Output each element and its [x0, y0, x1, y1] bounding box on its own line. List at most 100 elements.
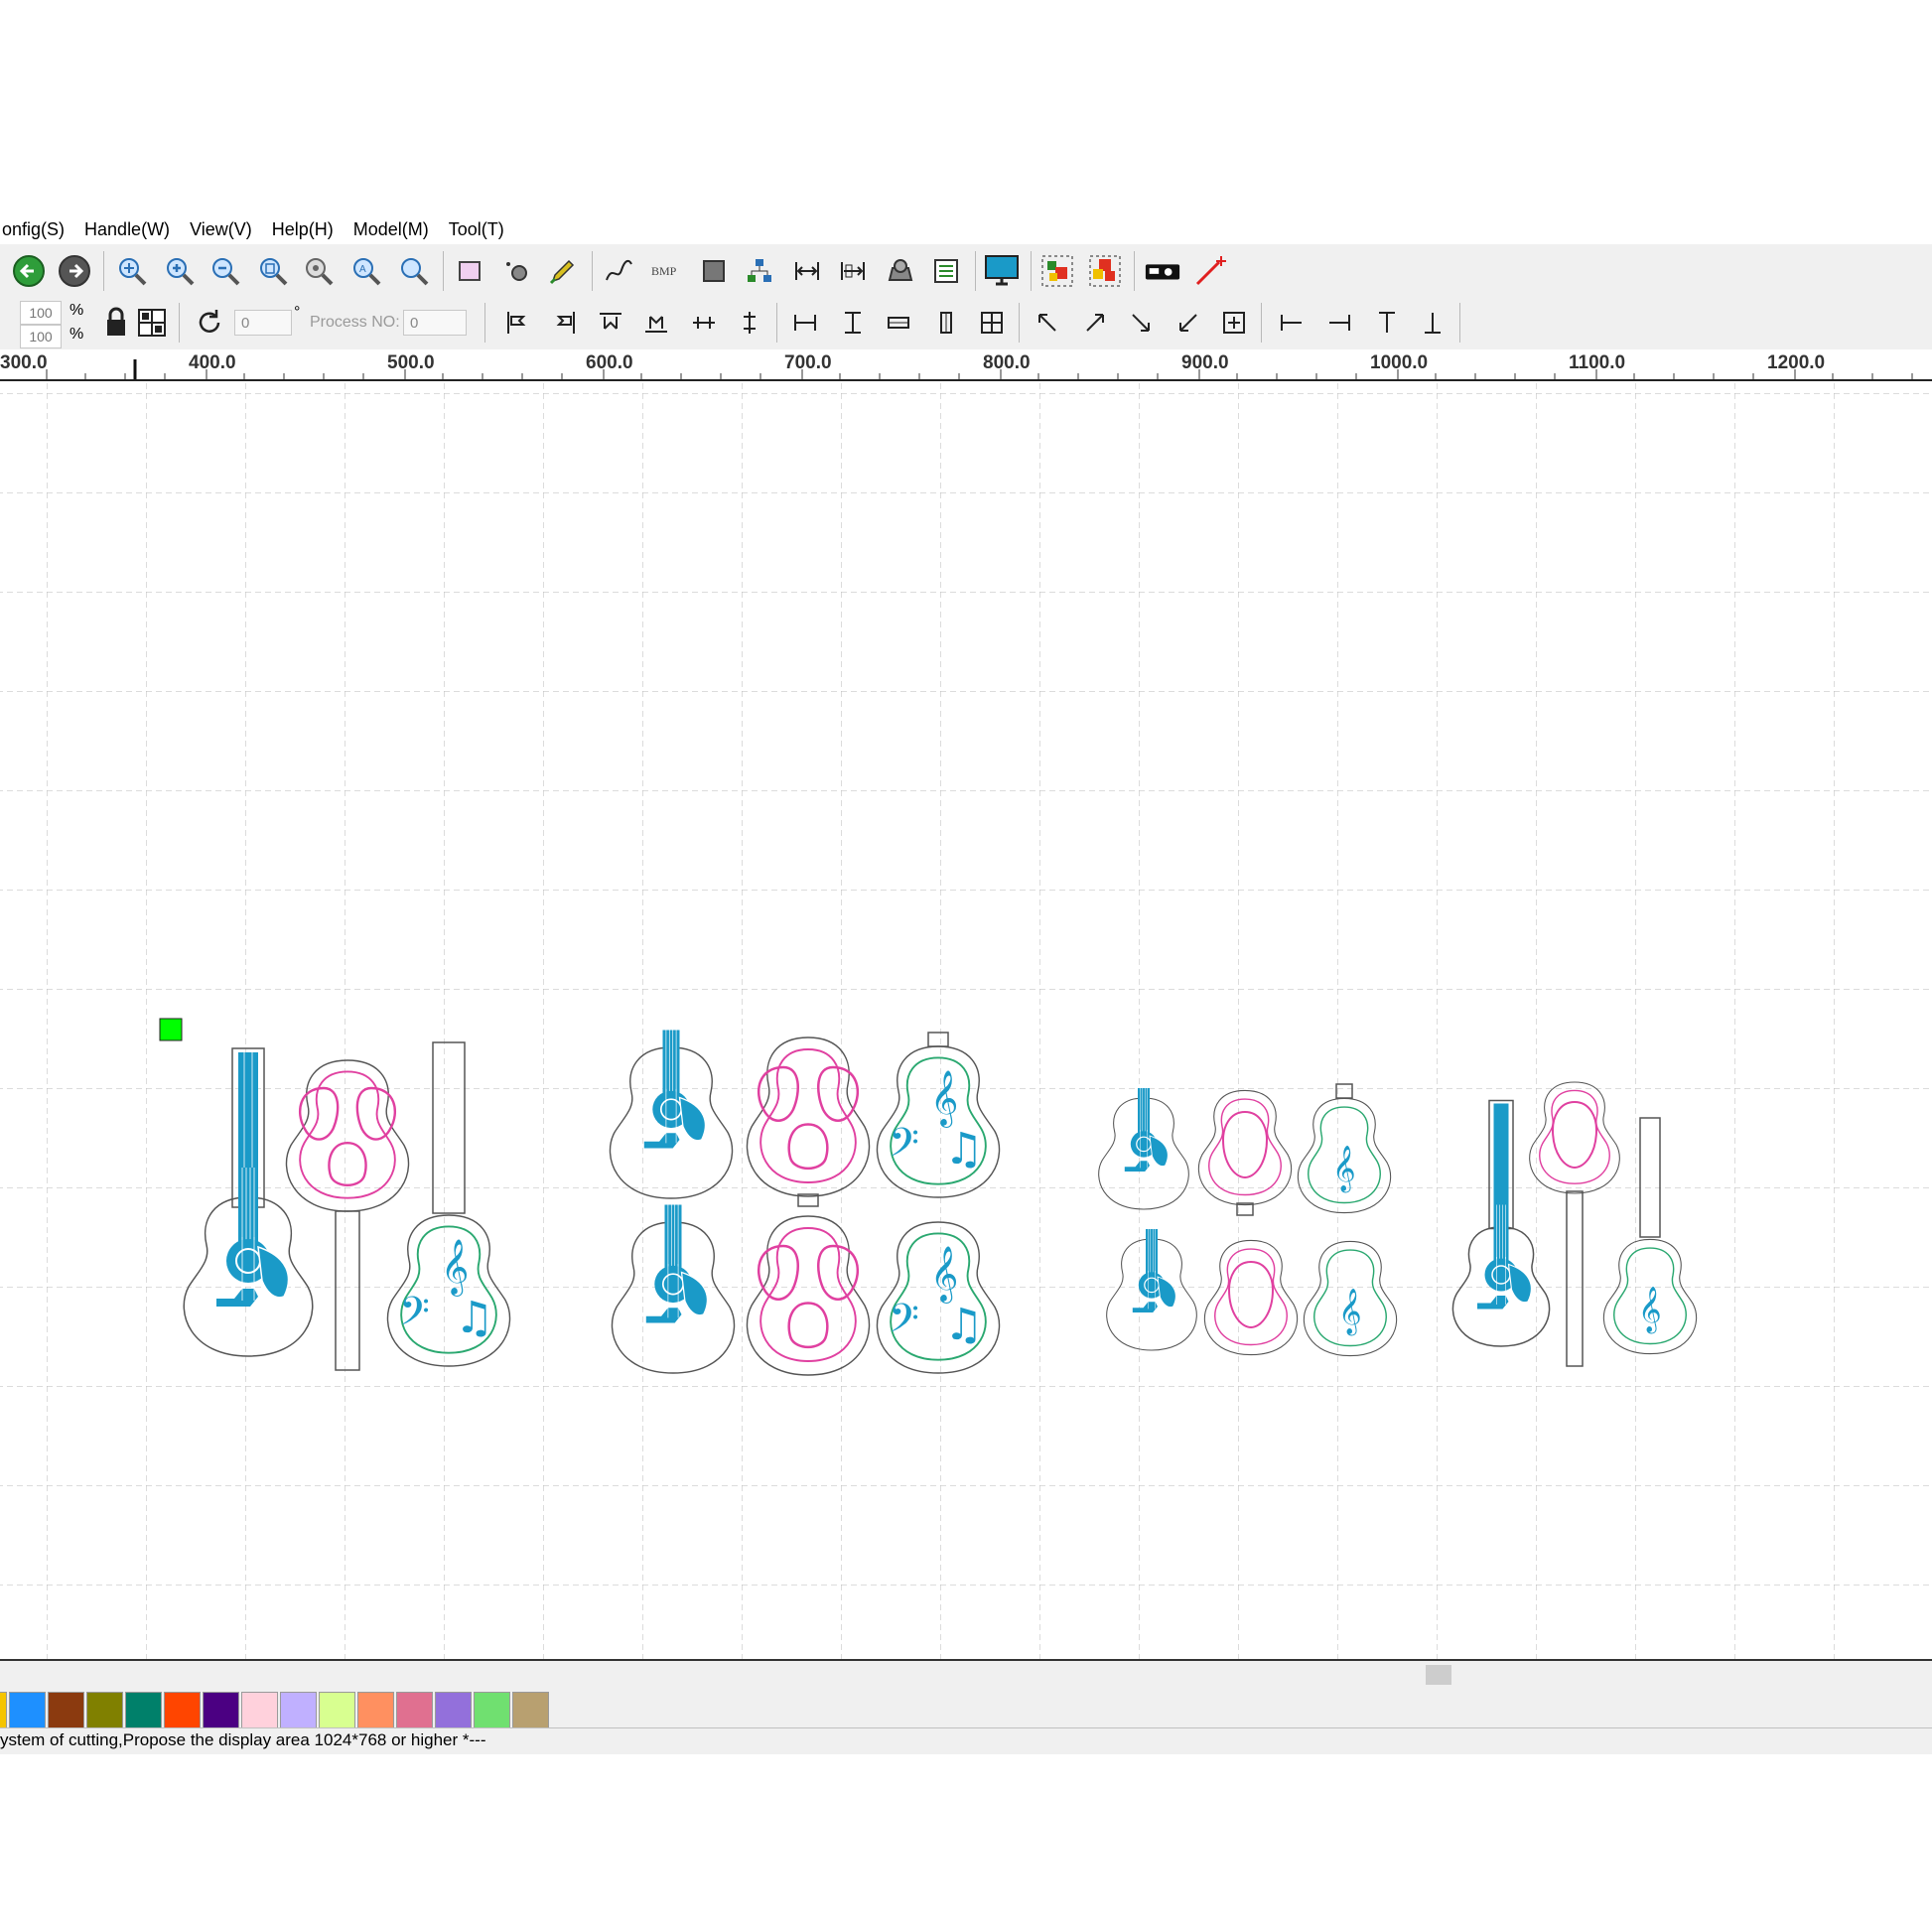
zoom-out-icon[interactable] [207, 252, 244, 290]
zoom-icon[interactable] [395, 252, 433, 290]
ruler-label: 1200.0 [1767, 352, 1826, 373]
align-left-icon[interactable] [498, 304, 536, 342]
snap-right-icon[interactable] [1320, 304, 1358, 342]
color-swatch[interactable] [86, 1692, 123, 1729]
zoom-center-icon[interactable] [113, 252, 151, 290]
color-swatch[interactable] [125, 1692, 162, 1729]
arrow-bottom-left-icon[interactable] [1170, 304, 1207, 342]
forward-icon[interactable] [56, 252, 93, 290]
process-no-label: Process NO: [310, 314, 400, 331]
selection-handle[interactable] [159, 1018, 183, 1041]
status-bar: ystem of cutting,Propose the display are… [0, 1727, 1932, 1754]
ruler-label: 500.0 [387, 352, 435, 373]
color-swatch[interactable] [164, 1692, 201, 1729]
monitor-icon[interactable] [983, 252, 1021, 290]
main-toolbar: A BMP [0, 246, 1932, 296]
menu-bar: onfig(S) Handle(W) View(V) Help(H) Model… [0, 214, 1932, 244]
color-swatch[interactable] [280, 1692, 317, 1729]
width-icon[interactable] [788, 252, 826, 290]
ruler-label: 600.0 [586, 352, 633, 373]
layer-list-icon[interactable] [927, 252, 965, 290]
transform-toolbar: 100 100 % % 0 ° Process NO: 0 [0, 298, 1932, 348]
group-icon[interactable] [741, 252, 778, 290]
snap-top-icon[interactable] [1368, 304, 1406, 342]
process-no-input[interactable]: 0 [403, 310, 467, 336]
rotate-icon[interactable] [191, 304, 228, 342]
scale-x-percent: % [69, 302, 84, 319]
menu-help[interactable]: Help(H) [262, 219, 344, 240]
color-swatch[interactable] [0, 1692, 7, 1729]
color-swatch[interactable] [48, 1692, 84, 1729]
color-swatch[interactable] [319, 1692, 355, 1729]
horizontal-scrollbar[interactable] [0, 1661, 1932, 1687]
menu-model[interactable]: Model(M) [344, 219, 439, 240]
arrow-top-left-icon[interactable] [1029, 304, 1066, 342]
align-right-icon[interactable] [546, 304, 584, 342]
arrow-center-icon[interactable] [1215, 304, 1253, 342]
degree-symbol: ° [294, 304, 301, 321]
color-swatch[interactable] [241, 1692, 278, 1729]
color-swatch[interactable] [474, 1692, 510, 1729]
ruler-label: 1100.0 [1569, 352, 1626, 373]
color-palette [0, 1692, 551, 1731]
select-rect-icon[interactable] [451, 252, 488, 290]
scale-y-field[interactable]: 100 [20, 325, 62, 348]
bmp-icon[interactable]: BMP [647, 252, 685, 290]
curve-icon[interactable] [600, 252, 637, 290]
color-swatch[interactable] [396, 1692, 433, 1729]
center-page-icon[interactable] [973, 304, 1011, 342]
download-icon[interactable] [1038, 252, 1076, 290]
pen-icon[interactable] [544, 252, 582, 290]
align-center-h-icon[interactable] [685, 304, 723, 342]
distribute-icon[interactable] [927, 304, 965, 342]
canvas-drawing: 𝄞 𝄢 ♫ [0, 381, 1932, 1659]
zoom-all-icon[interactable] [300, 252, 338, 290]
zoom-in-icon[interactable] [161, 252, 199, 290]
color-swatch[interactable] [203, 1692, 239, 1729]
snap-bottom-icon[interactable] [1414, 304, 1451, 342]
align-bottom-icon[interactable] [637, 304, 675, 342]
color-swatch[interactable] [9, 1692, 46, 1729]
color-swatch[interactable] [357, 1692, 394, 1729]
arrow-bottom-right-icon[interactable] [1122, 304, 1160, 342]
zoom-auto-icon[interactable]: A [347, 252, 385, 290]
fill-rect-icon[interactable] [695, 252, 733, 290]
scrollbar-thumb[interactable] [1426, 1665, 1451, 1685]
menu-tool[interactable]: Tool(T) [439, 219, 514, 240]
svg-text:𝄞: 𝄞 [1638, 1287, 1662, 1334]
same-height-icon[interactable] [834, 304, 872, 342]
back-icon[interactable] [10, 252, 48, 290]
upload-icon[interactable] [1086, 252, 1124, 290]
rotation-input[interactable]: 0 [234, 310, 292, 336]
lock-icon[interactable] [97, 304, 135, 342]
menu-config[interactable]: onfig(S) [0, 219, 74, 240]
menu-handle[interactable]: Handle(W) [74, 219, 180, 240]
align-width-icon[interactable] [834, 252, 872, 290]
align-center-v-icon[interactable] [731, 304, 768, 342]
same-width-icon[interactable] [786, 304, 824, 342]
menu-view[interactable]: View(V) [180, 219, 262, 240]
ruler-label: 400.0 [189, 352, 236, 373]
horizontal-ruler: 300.0 400.0 500.0 600.0 700.0 800.0 900.… [0, 349, 1932, 381]
svg-text:BMP: BMP [651, 264, 677, 278]
svg-text:𝄞: 𝄞 [1338, 1289, 1362, 1336]
laser-pointer-icon[interactable] [1191, 252, 1229, 290]
drawing-canvas[interactable]: 𝄞 𝄢 ♫ [0, 381, 1932, 1659]
snap-left-icon[interactable] [1273, 304, 1311, 342]
ruler-label: 1000.0 [1370, 352, 1429, 373]
same-size-icon[interactable] [880, 304, 917, 342]
laser-head-icon[interactable] [882, 252, 919, 290]
ruler-label: 900.0 [1181, 352, 1229, 373]
zoom-page-icon[interactable] [254, 252, 292, 290]
color-swatch[interactable] [435, 1692, 472, 1729]
svg-text:𝄞: 𝄞 [1332, 1146, 1356, 1193]
device-icon[interactable] [1144, 252, 1181, 290]
ruler-label: 800.0 [983, 352, 1031, 373]
scale-x-field[interactable]: 100 [20, 301, 62, 325]
arrow-top-right-icon[interactable] [1076, 304, 1114, 342]
node-edit-icon[interactable] [498, 252, 536, 290]
svg-text:A: A [359, 264, 366, 275]
grid-icon[interactable] [133, 304, 171, 342]
color-swatch[interactable] [512, 1692, 549, 1729]
align-top-icon[interactable] [592, 304, 629, 342]
